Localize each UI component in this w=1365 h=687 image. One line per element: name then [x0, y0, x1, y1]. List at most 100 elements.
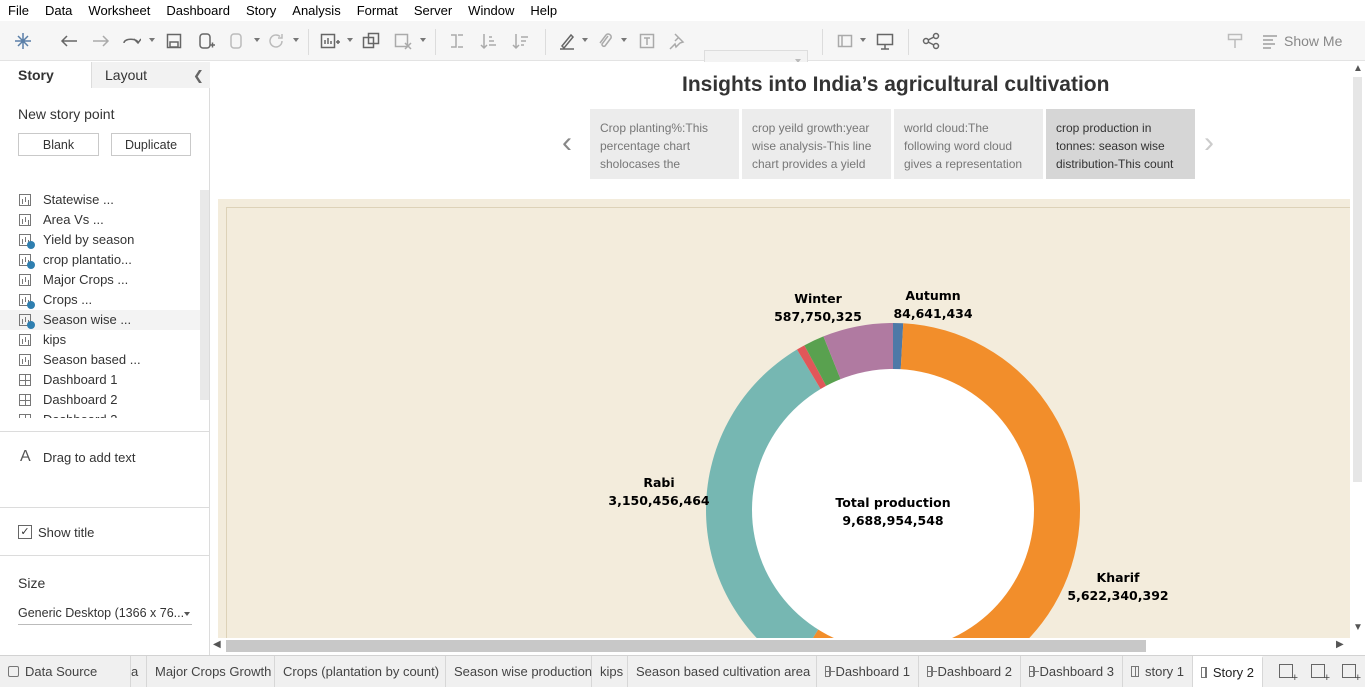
- vertical-scroll-thumb[interactable]: [1353, 77, 1362, 482]
- sheet-tab[interactable]: Crops (plantation by count): [275, 656, 446, 687]
- sheet-list-item[interactable]: Dashboard 3: [0, 410, 200, 418]
- tab-story[interactable]: Story: [0, 62, 92, 88]
- fix-axes-icon[interactable]: [666, 30, 688, 52]
- story-point-3[interactable]: world cloud:The following word cloud giv…: [894, 109, 1043, 179]
- refresh-dropdown-icon[interactable]: [293, 38, 299, 42]
- sheet-list-item[interactable]: Dashboard 2: [0, 390, 200, 410]
- presentation-mode-icon[interactable]: [874, 30, 896, 52]
- sheet-list-scrollbar[interactable]: [200, 190, 209, 400]
- sheet-tab[interactable]: a: [131, 656, 147, 687]
- clear-dropdown-icon[interactable]: [420, 38, 426, 42]
- format-painter-icon[interactable]: [1224, 30, 1246, 52]
- menu-worksheet[interactable]: Worksheet: [88, 3, 150, 18]
- sheet-list-item[interactable]: crop plantatio...: [0, 250, 200, 270]
- sheet-list-item[interactable]: Yield by season: [0, 230, 200, 250]
- sheet-tab[interactable]: Dashboard 2: [919, 656, 1021, 687]
- sheet-tab[interactable]: Story 2: [1193, 656, 1263, 687]
- sheet-tab[interactable]: kips: [592, 656, 628, 687]
- used-in-story-icon: [27, 241, 35, 249]
- vertical-scrollbar[interactable]: ▲ ▼: [1350, 62, 1365, 640]
- duplicate-button[interactable]: Duplicate: [111, 133, 191, 156]
- new-worksheet-tab-icon[interactable]: [1279, 664, 1298, 684]
- scroll-right-icon[interactable]: ▶: [1336, 639, 1344, 650]
- cards-dropdown-icon[interactable]: [860, 38, 866, 42]
- text-object-icon[interactable]: A: [20, 448, 31, 466]
- horizontal-scrollbar[interactable]: ◀ ▶: [210, 638, 1350, 653]
- menu-analysis[interactable]: Analysis: [292, 3, 340, 18]
- worksheet-icon: [19, 214, 31, 226]
- share-icon[interactable]: [920, 30, 942, 52]
- menu-story[interactable]: Story: [246, 3, 276, 18]
- sheet-list-item-label: Area Vs ...: [43, 212, 104, 227]
- horizontal-scroll-thumb[interactable]: [226, 640, 1146, 652]
- story-point-4[interactable]: crop production in tonnes: season wise d…: [1046, 109, 1195, 179]
- tableau-logo-icon[interactable]: [12, 30, 34, 52]
- refresh-icon[interactable]: [265, 30, 287, 52]
- scroll-left-icon[interactable]: ◀: [213, 639, 221, 650]
- duplicate-sheet-icon[interactable]: [360, 30, 382, 52]
- new-story-tab-icon[interactable]: [1342, 664, 1361, 684]
- sort-ascending-icon[interactable]: [478, 30, 500, 52]
- sheet-tab[interactable]: Season wise production: [446, 656, 592, 687]
- sheet-list-item[interactable]: Crops ...: [0, 290, 200, 310]
- collapse-panel-icon[interactable]: ❮: [193, 68, 204, 84]
- sheet-tab-label: Dashboard 3: [1039, 664, 1114, 679]
- sheet-tab[interactable]: Major Crops Growth: [147, 656, 275, 687]
- sheet-list-item[interactable]: Dashboard 1: [0, 370, 200, 390]
- undo-icon[interactable]: [58, 30, 80, 52]
- menu-data[interactable]: Data: [45, 3, 72, 18]
- sheet-tab[interactable]: story 1: [1123, 656, 1193, 687]
- clear-sheet-icon[interactable]: [392, 30, 414, 52]
- scroll-up-icon[interactable]: ▲: [1353, 63, 1363, 74]
- story-point-2[interactable]: crop yeild growth:year wise analysis-Thi…: [742, 109, 891, 179]
- menu-server[interactable]: Server: [414, 3, 452, 18]
- menu-dashboard[interactable]: Dashboard: [166, 3, 230, 18]
- redo-icon[interactable]: [90, 30, 112, 52]
- show-mark-labels-icon[interactable]: [636, 30, 658, 52]
- previous-story-point-icon[interactable]: ‹: [562, 126, 572, 160]
- menu-format[interactable]: Format: [357, 3, 398, 18]
- pause-dropdown-icon[interactable]: [254, 38, 260, 42]
- pause-updates-icon[interactable]: [226, 30, 248, 52]
- show-title-checkbox[interactable]: ✓: [18, 525, 32, 539]
- tab-data-source[interactable]: Data Source: [0, 656, 131, 687]
- replay-icon[interactable]: [120, 30, 142, 52]
- size-select[interactable]: Generic Desktop (1366 x 76...: [18, 606, 192, 625]
- show-cards-icon[interactable]: [834, 30, 856, 52]
- show-me-button[interactable]: Show Me: [1262, 31, 1342, 51]
- scroll-down-icon[interactable]: ▼: [1353, 622, 1363, 633]
- story-point-1[interactable]: Crop planting%:This percentage chart sho…: [590, 109, 739, 179]
- new-worksheet-dropdown-icon[interactable]: [347, 38, 353, 42]
- new-dashboard-tab-icon[interactable]: [1311, 664, 1330, 684]
- menu-window[interactable]: Window: [468, 3, 514, 18]
- worksheet-icon: [19, 194, 31, 206]
- sheet-list-item-label: Major Crops ...: [43, 272, 129, 287]
- sheet-tab[interactable]: Dashboard 3: [1021, 656, 1123, 687]
- blank-button[interactable]: Blank: [18, 133, 99, 156]
- new-data-source-icon[interactable]: [195, 30, 217, 52]
- replay-dropdown-icon[interactable]: [149, 38, 155, 42]
- swap-rows-columns-icon[interactable]: [446, 30, 468, 52]
- center-label: Total production: [835, 495, 950, 510]
- show-title-label[interactable]: Show title: [38, 525, 94, 540]
- sheet-tab[interactable]: Season based cultivation area: [628, 656, 817, 687]
- sheet-list-item[interactable]: kips: [0, 330, 200, 350]
- sheet-list-item[interactable]: Season wise ...: [0, 310, 200, 330]
- next-story-point-icon[interactable]: ›: [1204, 126, 1214, 160]
- sheet-list-item[interactable]: Statewise ...: [0, 190, 200, 210]
- sort-descending-icon[interactable]: [510, 30, 532, 52]
- sheet-list-item[interactable]: Area Vs ...: [0, 210, 200, 230]
- sheet-list-item[interactable]: Major Crops ...: [0, 270, 200, 290]
- highlight-icon[interactable]: [556, 30, 578, 52]
- sheet-list-item[interactable]: Season based ...: [0, 350, 200, 370]
- group-members-icon[interactable]: [594, 30, 616, 52]
- sheet-tab[interactable]: Dashboard 1: [817, 656, 919, 687]
- menu-help[interactable]: Help: [530, 3, 557, 18]
- highlight-dropdown-icon[interactable]: [582, 38, 588, 42]
- used-in-story-icon: [27, 261, 35, 269]
- menu-file[interactable]: File: [8, 3, 29, 18]
- drag-to-add-text[interactable]: Drag to add text: [43, 450, 136, 465]
- new-worksheet-icon[interactable]: [318, 30, 342, 52]
- save-icon[interactable]: [164, 30, 184, 52]
- group-dropdown-icon[interactable]: [621, 38, 627, 42]
